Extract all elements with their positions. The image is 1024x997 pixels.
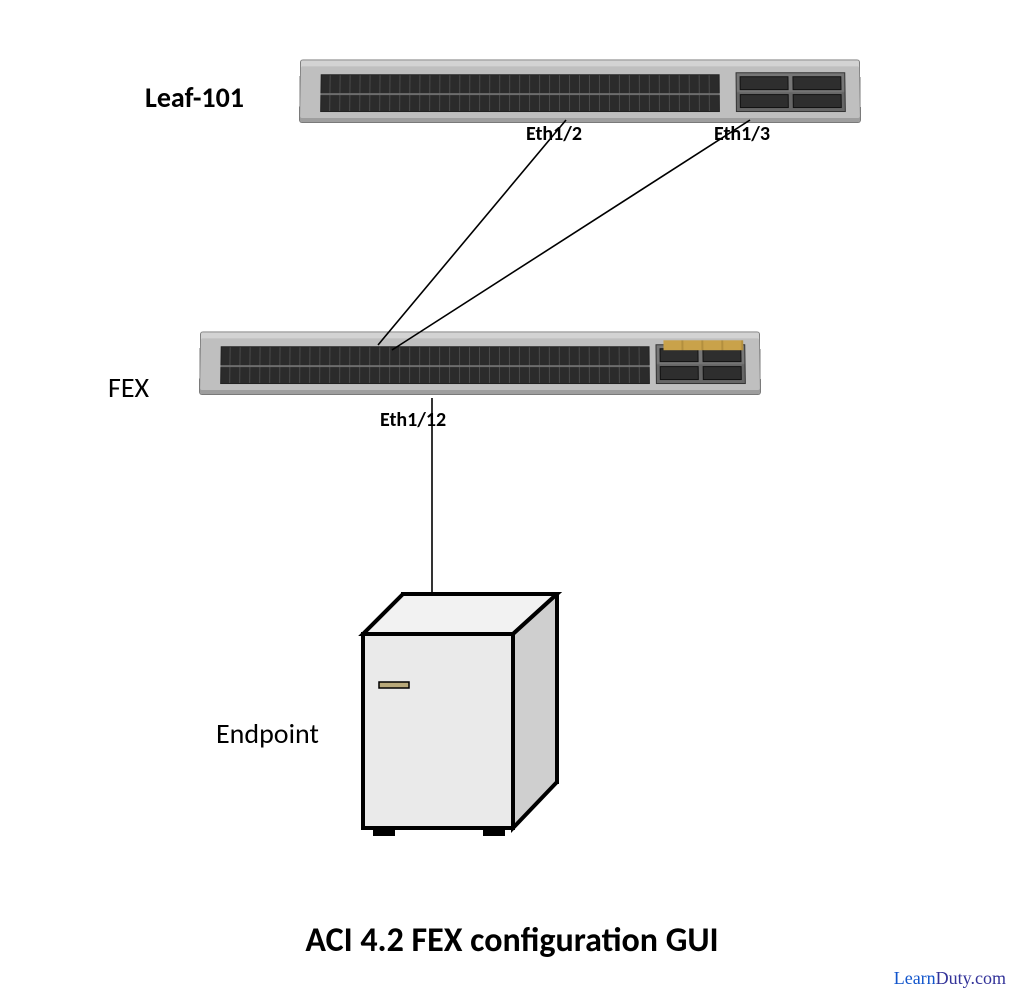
leaf-port-eth12-label: Eth1/2	[526, 122, 582, 146]
credit-link[interactable]: LearnDuty.com	[894, 968, 1006, 989]
credit-part-b: Duty.com	[936, 968, 1006, 988]
leaf-label: Leaf-101	[145, 80, 244, 115]
fex-label: FEX	[108, 370, 149, 405]
connection-lines	[0, 0, 1024, 997]
leaf-port-eth13-label: Eth1/3	[714, 122, 770, 146]
diagram-title: ACI 4.2 FEX configuration GUI	[0, 920, 1024, 961]
fex-port-eth112-label: Eth1/12	[380, 408, 446, 432]
leaf-switch-icon	[300, 60, 860, 122]
fex-switch-icon	[200, 332, 760, 394]
endpoint-label: Endpoint	[216, 716, 319, 751]
endpoint-server-icon	[355, 592, 575, 842]
credit-part-a: Learn	[894, 968, 936, 988]
diagram-stage: Leaf-101 Eth1/2 Eth1/3 FEX Eth1/12 Endpo…	[0, 0, 1024, 997]
